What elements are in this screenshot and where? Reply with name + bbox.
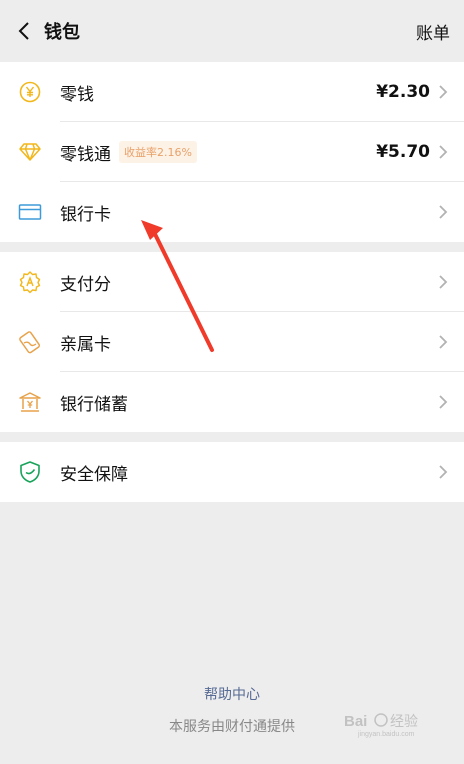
yield-badge: 收益率2.16% — [119, 141, 197, 163]
change-row[interactable]: 零钱 ¥2.30 — [0, 62, 464, 122]
family-card-icon — [0, 330, 60, 354]
shield-icon — [0, 460, 60, 484]
chevron-right-icon — [439, 275, 448, 289]
licaitong-row[interactable]: 零钱通 收益率2.16% ¥5.70 — [0, 122, 464, 182]
family-card-row[interactable]: 亲属卡 — [0, 312, 464, 372]
pay-score-icon — [0, 270, 60, 294]
row-label-text: 零钱通 — [60, 144, 111, 165]
security-row[interactable]: 安全保障 — [0, 442, 464, 502]
section-gap — [0, 242, 464, 252]
bank-card-icon — [0, 203, 60, 221]
row-label: 零钱通 收益率2.16% — [60, 140, 197, 165]
chevron-right-icon — [439, 395, 448, 409]
chevron-right-icon — [439, 145, 448, 159]
back-button[interactable] — [14, 21, 34, 41]
chevron-right-icon — [439, 465, 448, 479]
chevron-right-icon — [439, 205, 448, 219]
svg-text:经验: 经验 — [390, 714, 418, 730]
row-label: 银行储蓄 — [60, 394, 128, 415]
yuan-coin-icon — [0, 81, 60, 103]
svg-text:jingyan.baidu.com: jingyan.baidu.com — [357, 731, 415, 738]
chevron-left-icon — [18, 22, 29, 40]
svg-text:Bai: Bai — [344, 713, 367, 730]
bank-card-row[interactable]: 银行卡 — [0, 182, 464, 242]
header-bar: 钱包 账单 — [0, 0, 464, 62]
change-amount: ¥2.30 — [376, 82, 430, 102]
row-label: 亲属卡 — [60, 334, 111, 355]
bank-savings-row[interactable]: 银行储蓄 — [0, 372, 464, 432]
row-label: 安全保障 — [60, 464, 128, 485]
page-title: 钱包 — [44, 22, 80, 43]
wallet-group-2: 支付分 亲属卡 银行储蓄 — [0, 252, 464, 432]
wallet-group-1: 零钱 ¥2.30 零钱通 收益率2.16% ¥5.70 银行卡 — [0, 62, 464, 242]
chevron-right-icon — [439, 335, 448, 349]
pay-score-row[interactable]: 支付分 — [0, 252, 464, 312]
licaitong-amount: ¥5.70 — [376, 142, 430, 162]
baidu-jingyan-watermark: Bai 经验 jingyan.baidu.com — [344, 713, 418, 738]
row-label: 银行卡 — [60, 204, 111, 225]
row-label: 支付分 — [60, 274, 111, 295]
bill-button[interactable]: 账单 — [416, 19, 450, 44]
row-label: 零钱 — [60, 84, 94, 105]
help-center-link[interactable]: 帮助中心 — [0, 684, 464, 704]
wallet-group-3: 安全保障 — [0, 442, 464, 502]
diamond-icon — [0, 142, 60, 162]
section-gap — [0, 432, 464, 442]
bank-savings-icon — [0, 391, 60, 413]
chevron-right-icon — [439, 85, 448, 99]
